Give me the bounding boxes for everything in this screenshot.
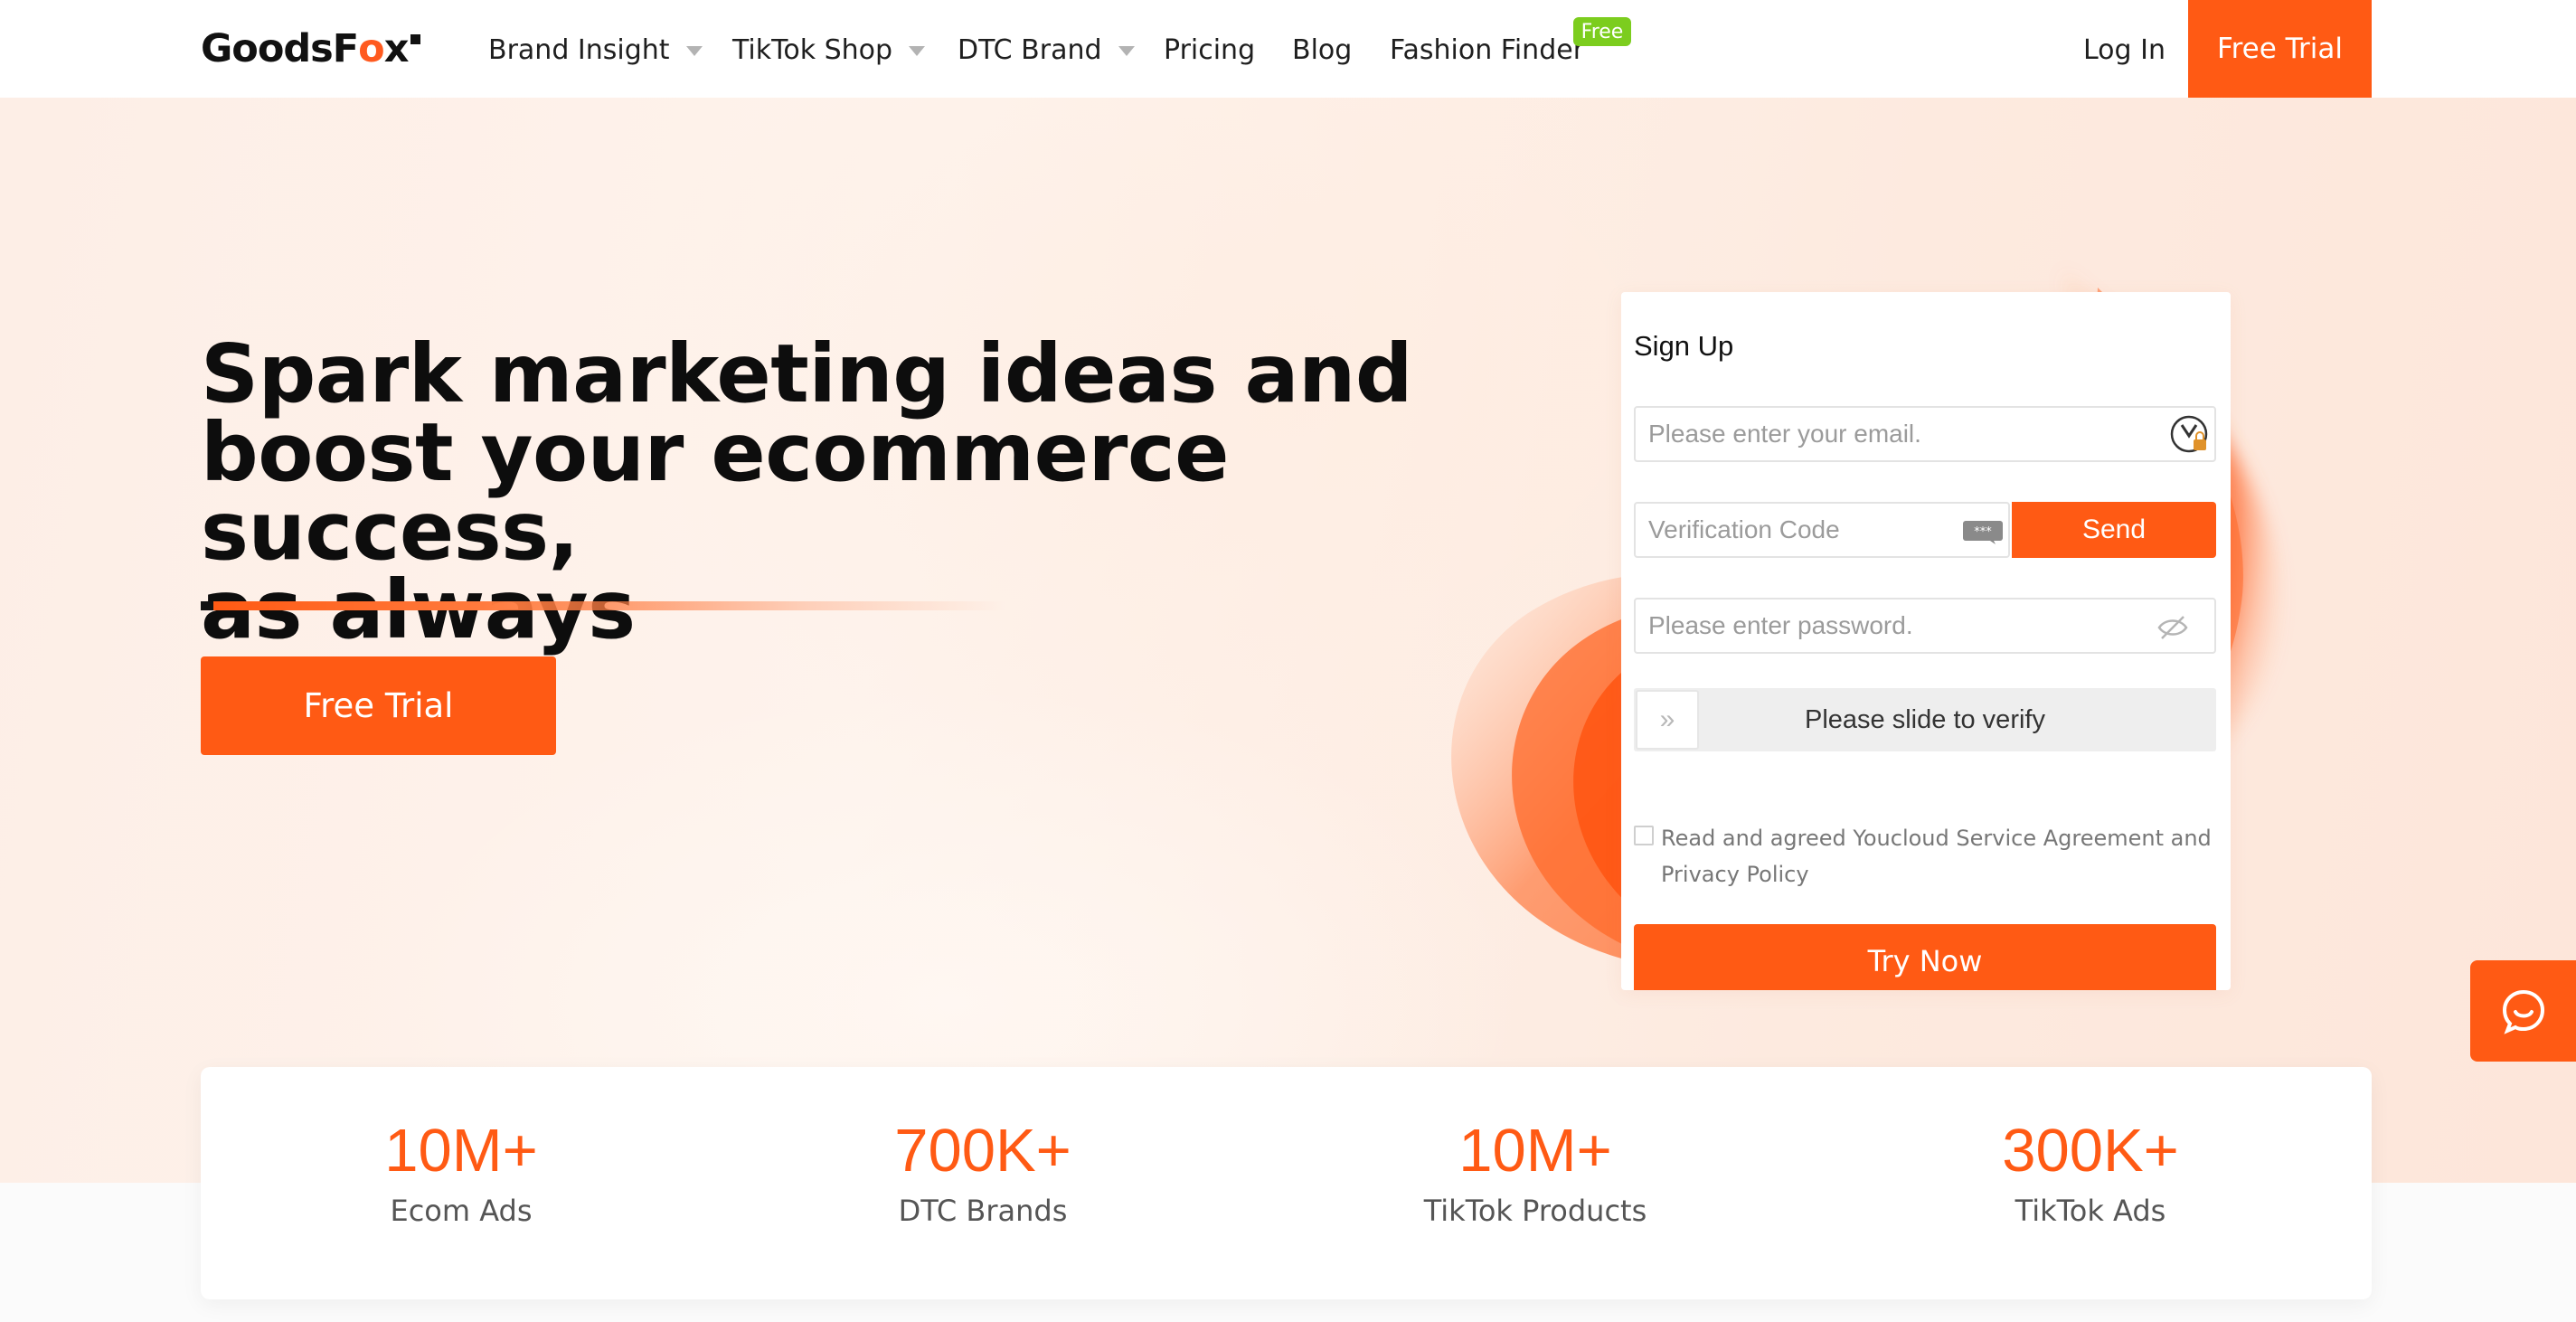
- nav-fashion-finder[interactable]: Fashion Finder: [1390, 27, 1584, 72]
- signup-title: Sign Up: [1634, 330, 1734, 362]
- email-icon[interactable]: [2169, 414, 2211, 456]
- stat-tiktok-products: 10M+ TikTok Products: [1354, 1117, 1716, 1229]
- privacy-policy-link[interactable]: Privacy Policy: [1661, 856, 2212, 892]
- stats-panel: 10M+ Ecom Ads 700K+ DTC Brands 10M+ TikT…: [201, 1067, 2372, 1299]
- hero-free-trial-button[interactable]: Free Trial: [201, 656, 556, 755]
- stat-dtc-brands: 700K+ DTC Brands: [802, 1117, 1164, 1229]
- verification-code-field[interactable]: ***: [1634, 502, 2010, 558]
- svg-text:***: ***: [1974, 525, 1992, 539]
- top-nav: GoodsF o x Brand Insight TikTok Shop DTC B…: [0, 0, 2576, 98]
- logo-text: GoodsF: [201, 26, 359, 71]
- nav-label: Fashion Finder: [1390, 33, 1585, 66]
- stat-value: 10M+: [1458, 1117, 1612, 1185]
- stat-tiktok-ads: 300K+ TikTok Ads: [1910, 1117, 2271, 1229]
- email-field[interactable]: [1634, 406, 2216, 462]
- agreement-line[interactable]: Read and agreed Youcloud Service Agreeme…: [1661, 820, 2212, 856]
- stat-value: 700K+: [894, 1117, 1071, 1185]
- email-input[interactable]: [1648, 420, 2214, 449]
- agreement-checkbox[interactable]: [1634, 826, 1654, 845]
- nav-tiktok-shop[interactable]: TikTok Shop: [732, 27, 926, 72]
- message-icon: ***: [1963, 521, 2003, 544]
- signup-card: Sign Up *** Send Please slide to verify …: [1621, 292, 2231, 990]
- caret-down-icon: [1118, 46, 1135, 56]
- headline-line: boost your ecommerce success,: [201, 405, 1230, 578]
- headline-line: Spark marketing ideas and: [201, 326, 1413, 420]
- slider-text: Please slide to verify: [1805, 704, 2045, 734]
- password-input[interactable]: [1648, 611, 2214, 640]
- nav-label: Pricing: [1164, 33, 1256, 66]
- caret-down-icon: [909, 46, 926, 56]
- free-badge: Free: [1573, 17, 1631, 46]
- agreement: Read and agreed Youcloud Service Agreeme…: [1634, 820, 2213, 892]
- agreement-text: Read and agreed Youcloud Service Agreeme…: [1661, 820, 2212, 892]
- login-link[interactable]: Log In: [2083, 27, 2166, 72]
- send-code-button[interactable]: Send: [2012, 502, 2216, 558]
- nav-label: TikTok Shop: [732, 33, 893, 66]
- nav-blog[interactable]: Blog: [1292, 27, 1352, 72]
- nav-dtc-brand[interactable]: DTC Brand: [958, 27, 1135, 72]
- goodsfox-logo[interactable]: GoodsF o x: [201, 22, 421, 76]
- stat-label: TikTok Ads: [2015, 1194, 2166, 1228]
- password-field[interactable]: [1634, 598, 2216, 654]
- stat-value: 300K+: [2002, 1117, 2179, 1185]
- logo-text-x: x: [383, 26, 410, 71]
- nav-label: Blog: [1292, 33, 1353, 66]
- logo-dot: [410, 33, 421, 44]
- stat-value: 10M+: [384, 1117, 538, 1185]
- stat-label: TikTok Products: [1423, 1194, 1647, 1228]
- headline-underline: [201, 601, 1005, 610]
- slider-handle[interactable]: »: [1636, 690, 1699, 750]
- caret-down-icon: [685, 46, 703, 56]
- stat-label: Ecom Ads: [390, 1194, 533, 1228]
- nav-label: DTC Brand: [958, 33, 1102, 66]
- chat-widget-button[interactable]: [2470, 960, 2576, 1062]
- chat-icon: [2502, 989, 2544, 1034]
- stat-ecom-ads: 10M+ Ecom Ads: [280, 1117, 642, 1229]
- stat-label: DTC Brands: [898, 1194, 1068, 1228]
- nav-label: Brand Insight: [488, 33, 670, 66]
- nav-pricing[interactable]: Pricing: [1164, 27, 1255, 72]
- eye-off-icon[interactable]: [2156, 614, 2189, 641]
- try-now-button[interactable]: Try Now: [1634, 924, 2216, 990]
- logo-text-o: o: [358, 26, 385, 71]
- nav-brand-insight[interactable]: Brand Insight: [488, 27, 703, 72]
- slide-verify-slider[interactable]: Please slide to verify »: [1634, 688, 2216, 751]
- verification-code-input[interactable]: [1648, 515, 2008, 544]
- nav-free-trial-button[interactable]: Free Trial: [2188, 0, 2372, 98]
- chevron-double-right-icon: »: [1659, 704, 1675, 734]
